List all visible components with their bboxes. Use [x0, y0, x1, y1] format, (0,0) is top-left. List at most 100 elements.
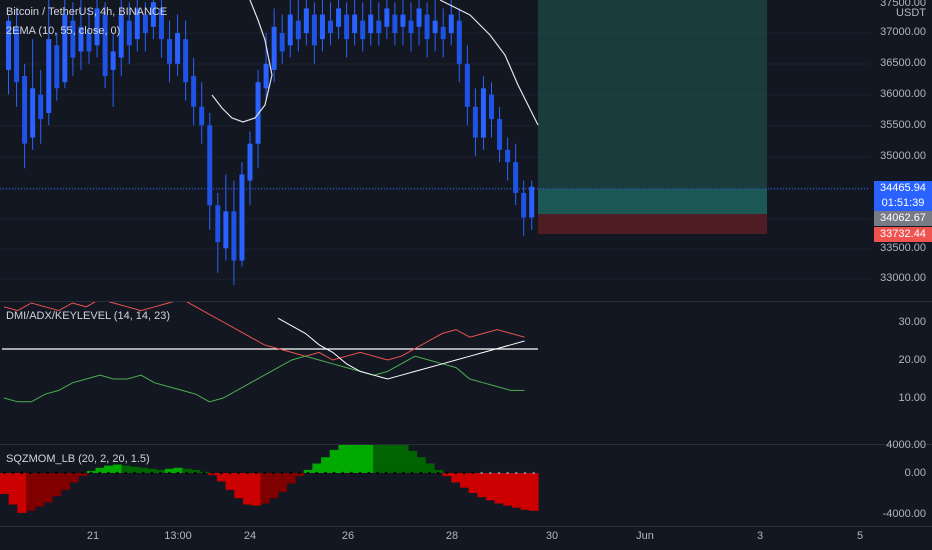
squeeze-dot — [246, 471, 249, 475]
squeeze-dot — [315, 471, 319, 475]
candle-body — [30, 88, 36, 138]
price-pane[interactable]: Bitcoin / TetherUS, 4h, BINANCE 2EMA (10… — [0, 0, 932, 300]
price-tick: 33500.00 — [880, 242, 926, 254]
candle-body — [408, 20, 414, 33]
squeeze-dot — [532, 471, 535, 475]
momentum-bar — [112, 464, 123, 473]
momentum-bar — [520, 473, 530, 510]
momentum-bar — [251, 473, 261, 506]
squeeze-dot — [176, 471, 180, 475]
squeeze-dot — [263, 471, 267, 475]
momentum-bar — [243, 473, 253, 505]
symbol-title[interactable]: Bitcoin / TetherUS, 4h, BINANCE — [6, 6, 167, 18]
dmi-chart — [2, 302, 538, 403]
squeeze-dot — [107, 471, 110, 475]
momentum-bar — [286, 473, 296, 484]
dmi-label[interactable]: DMI/ADX/KEYLEVEL (14, 14, 23) — [6, 310, 170, 322]
candle-body — [303, 8, 309, 33]
squeeze-dot — [298, 471, 301, 475]
momentum-bar — [529, 473, 539, 511]
candle-body — [440, 26, 446, 40]
momentum-bar — [512, 473, 522, 508]
squeeze-dot — [124, 471, 128, 475]
squeeze-dot — [280, 471, 284, 475]
squeeze-dot — [462, 471, 466, 475]
candle-body — [360, 20, 366, 40]
candle-body — [38, 94, 44, 120]
candle-body — [295, 20, 301, 40]
price-tick: 36500.00 — [880, 57, 926, 69]
candle-body — [328, 20, 333, 33]
momentum-bar — [425, 463, 435, 473]
momentum-bar — [459, 473, 470, 488]
candle-body — [175, 33, 181, 64]
dmi-pane[interactable]: DMI/ADX/KEYLEVEL (14, 14, 23) 30.00 20.0… — [0, 302, 932, 444]
time-tick: 26 — [341, 530, 355, 542]
time-tick: 21 — [86, 530, 100, 542]
squeeze-dot — [367, 471, 371, 475]
momentum-bar — [407, 450, 418, 473]
momentum-bar — [312, 463, 322, 473]
momentum-bar — [43, 473, 53, 503]
momentum-bar — [347, 445, 357, 473]
squeeze-dot — [289, 471, 293, 475]
squeeze-dot — [436, 471, 440, 475]
candle-body — [167, 39, 172, 64]
squeeze-dot — [167, 471, 171, 475]
stop-price-tag: 33732.44 — [874, 227, 932, 242]
candle-body — [376, 20, 382, 33]
time-tick: 5 — [856, 530, 864, 542]
candle-body — [392, 14, 398, 34]
candle-body — [472, 106, 478, 138]
squeeze-dot — [410, 471, 414, 475]
time-axis[interactable]: 21 13:00 24 26 28 30 Jun 3 5 — [0, 526, 932, 550]
momentum-bar — [390, 445, 400, 473]
profit-zone-lower — [538, 189, 767, 214]
sqz-label[interactable]: SQZMOM_LB (20, 2, 20, 1.5) — [6, 453, 150, 465]
currency-label[interactable]: USDT — [896, 7, 926, 19]
candle-body — [319, 14, 325, 40]
squeeze-dot — [332, 471, 336, 475]
candle-body — [215, 205, 221, 243]
candle-body — [344, 14, 350, 40]
squeeze-dot — [471, 471, 475, 475]
candle-body — [513, 162, 519, 193]
squeeze-dot — [228, 471, 232, 475]
candle-body — [46, 39, 52, 113]
dmi-tick-10: 10.00 — [898, 392, 926, 404]
momentum-bar — [225, 473, 235, 490]
sqz-pane[interactable]: SQZMOM_LB (20, 2, 20, 1.5) 4000.00 0.00 … — [0, 439, 932, 525]
price-tick: 37000.00 — [880, 26, 926, 38]
time-tick: Jun — [636, 530, 654, 542]
momentum-bar — [364, 445, 374, 473]
ema-line — [211, 0, 273, 123]
candle-body — [255, 82, 261, 144]
squeeze-dot — [402, 471, 405, 475]
squeeze-dot — [133, 471, 136, 475]
squeeze-dot — [98, 471, 102, 475]
ema-indicator-label[interactable]: 2EMA (10, 55, close, 0) — [6, 25, 120, 37]
candle-body — [110, 51, 116, 70]
current-price-tag: 34465.94 — [874, 181, 932, 196]
momentum-bar — [260, 473, 270, 504]
squeeze-dot — [506, 471, 509, 475]
candle-body — [456, 20, 462, 64]
squeeze-dot — [419, 471, 423, 475]
candle-body — [311, 14, 317, 46]
momentum-bar — [399, 445, 409, 473]
momentum-bar — [451, 473, 461, 483]
time-tick: 30 — [545, 530, 559, 542]
sqz-tick-0: 0.00 — [904, 467, 926, 479]
candle-body — [400, 14, 406, 27]
momentum-bar — [329, 449, 339, 473]
candle-body — [247, 143, 253, 181]
squeeze-dot — [393, 471, 397, 475]
squeeze-dot — [515, 471, 518, 475]
candle-body — [480, 88, 486, 138]
squeeze-dot — [20, 471, 24, 475]
loss-zone — [538, 214, 767, 234]
momentum-bar — [26, 473, 36, 511]
price-chart — [0, 0, 870, 286]
candle-body — [497, 119, 503, 150]
squeeze-dot — [350, 471, 353, 475]
